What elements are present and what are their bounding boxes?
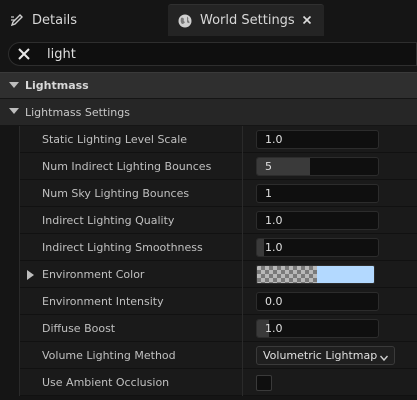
close-icon[interactable] bbox=[300, 13, 314, 27]
property-row: Static Lighting Level Scale 1.0 bbox=[0, 126, 417, 153]
property-label: Num Indirect Lighting Bounces bbox=[42, 160, 212, 173]
indirect-lighting-smoothness-field[interactable]: 1.0 bbox=[256, 238, 379, 257]
tab-world-settings[interactable]: World Settings bbox=[168, 4, 324, 36]
field-value: 5 bbox=[265, 160, 272, 173]
property-label: Volume Lighting Method bbox=[42, 349, 176, 362]
property-label: Use Ambient Occlusion bbox=[42, 376, 170, 389]
dropdown-value: Volumetric Lightmap bbox=[263, 349, 378, 362]
search-text: light bbox=[47, 46, 76, 62]
column-divider[interactable] bbox=[242, 342, 243, 369]
row-gutter bbox=[0, 126, 20, 153]
color-preview bbox=[317, 266, 374, 283]
category-lightmass-label: Lightmass bbox=[25, 79, 89, 92]
column-divider[interactable] bbox=[242, 234, 243, 261]
column-divider[interactable] bbox=[242, 315, 243, 342]
property-row: Num Indirect Lighting Bounces 5 bbox=[0, 153, 417, 180]
column-divider[interactable] bbox=[242, 180, 243, 207]
chevron-down-icon bbox=[379, 352, 389, 362]
property-label: Diffuse Boost bbox=[42, 322, 116, 335]
expand-arrow-icon[interactable] bbox=[27, 270, 35, 280]
property-label: Static Lighting Level Scale bbox=[42, 133, 188, 146]
column-divider[interactable] bbox=[242, 369, 243, 396]
environment-color-swatch[interactable] bbox=[256, 265, 375, 284]
property-row: Environment Intensity 0.0 bbox=[0, 288, 417, 315]
category-lightmass-settings[interactable]: Lightmass Settings bbox=[0, 99, 417, 125]
row-gutter bbox=[0, 288, 20, 315]
clear-search-icon[interactable] bbox=[13, 43, 35, 65]
row-gutter bbox=[0, 342, 20, 369]
alpha-checker bbox=[257, 266, 317, 283]
slider-fill bbox=[257, 239, 264, 256]
property-label: Environment Color bbox=[42, 268, 145, 281]
property-row: Indirect Lighting Quality 1.0 bbox=[0, 207, 417, 234]
column-divider[interactable] bbox=[242, 288, 243, 315]
row-gutter bbox=[0, 153, 20, 180]
property-row: Use Ambient Occlusion bbox=[0, 369, 417, 396]
property-row: Volume Lighting Method Volumetric Lightm… bbox=[0, 342, 417, 369]
column-divider[interactable] bbox=[242, 207, 243, 234]
num-indirect-lighting-bounces-field[interactable]: 5 bbox=[256, 157, 379, 176]
collapse-arrow-icon bbox=[9, 81, 19, 91]
static-lighting-level-scale-field[interactable]: 1.0 bbox=[256, 130, 379, 149]
diffuse-boost-field[interactable]: 1.0 bbox=[256, 319, 379, 338]
property-list: Static Lighting Level Scale 1.0 Num Indi… bbox=[0, 126, 417, 396]
volume-lighting-method-dropdown[interactable]: Volumetric Lightmap bbox=[256, 346, 395, 365]
search-row: light bbox=[0, 40, 417, 70]
globe-icon bbox=[176, 12, 194, 30]
collapse-arrow-icon bbox=[9, 107, 19, 117]
row-gutter bbox=[0, 234, 20, 261]
property-label: Indirect Lighting Smoothness bbox=[42, 241, 203, 254]
search-input[interactable]: light bbox=[8, 42, 417, 66]
field-value: 1.0 bbox=[265, 241, 283, 254]
indirect-lighting-quality-field[interactable]: 1.0 bbox=[256, 211, 379, 230]
tab-details-label: Details bbox=[32, 12, 78, 28]
property-row: Environment Color bbox=[0, 261, 417, 288]
property-label: Environment Intensity bbox=[42, 295, 164, 308]
category-lightmass[interactable]: Lightmass bbox=[0, 72, 417, 98]
property-row: Num Sky Lighting Bounces 1 bbox=[0, 180, 417, 207]
category-lightmass-settings-label: Lightmass Settings bbox=[25, 105, 130, 119]
tab-world-settings-label: World Settings bbox=[200, 13, 295, 28]
property-label: Num Sky Lighting Bounces bbox=[42, 187, 190, 200]
tab-bar: Details World Settings bbox=[0, 0, 417, 40]
row-gutter bbox=[0, 315, 20, 342]
field-value: 1.0 bbox=[265, 322, 283, 335]
field-value: 1.0 bbox=[265, 133, 283, 146]
pencil-icon bbox=[8, 11, 26, 29]
field-value: 1.0 bbox=[265, 214, 283, 227]
property-row: Indirect Lighting Smoothness 1.0 bbox=[0, 234, 417, 261]
property-label: Indirect Lighting Quality bbox=[42, 214, 175, 227]
column-divider[interactable] bbox=[242, 261, 243, 288]
row-gutter bbox=[0, 369, 20, 396]
row-gutter bbox=[0, 207, 20, 234]
num-sky-lighting-bounces-field[interactable]: 1 bbox=[256, 184, 379, 203]
field-value: 1 bbox=[265, 187, 272, 200]
row-gutter bbox=[0, 180, 20, 207]
use-ambient-occlusion-checkbox[interactable] bbox=[256, 375, 272, 391]
tab-details[interactable]: Details bbox=[0, 4, 120, 36]
property-row: Diffuse Boost 1.0 bbox=[0, 315, 417, 342]
column-divider[interactable] bbox=[242, 153, 243, 180]
field-value: 0.0 bbox=[265, 295, 283, 308]
row-gutter bbox=[0, 261, 20, 288]
environment-intensity-field[interactable]: 0.0 bbox=[256, 292, 379, 311]
column-divider[interactable] bbox=[242, 126, 243, 153]
